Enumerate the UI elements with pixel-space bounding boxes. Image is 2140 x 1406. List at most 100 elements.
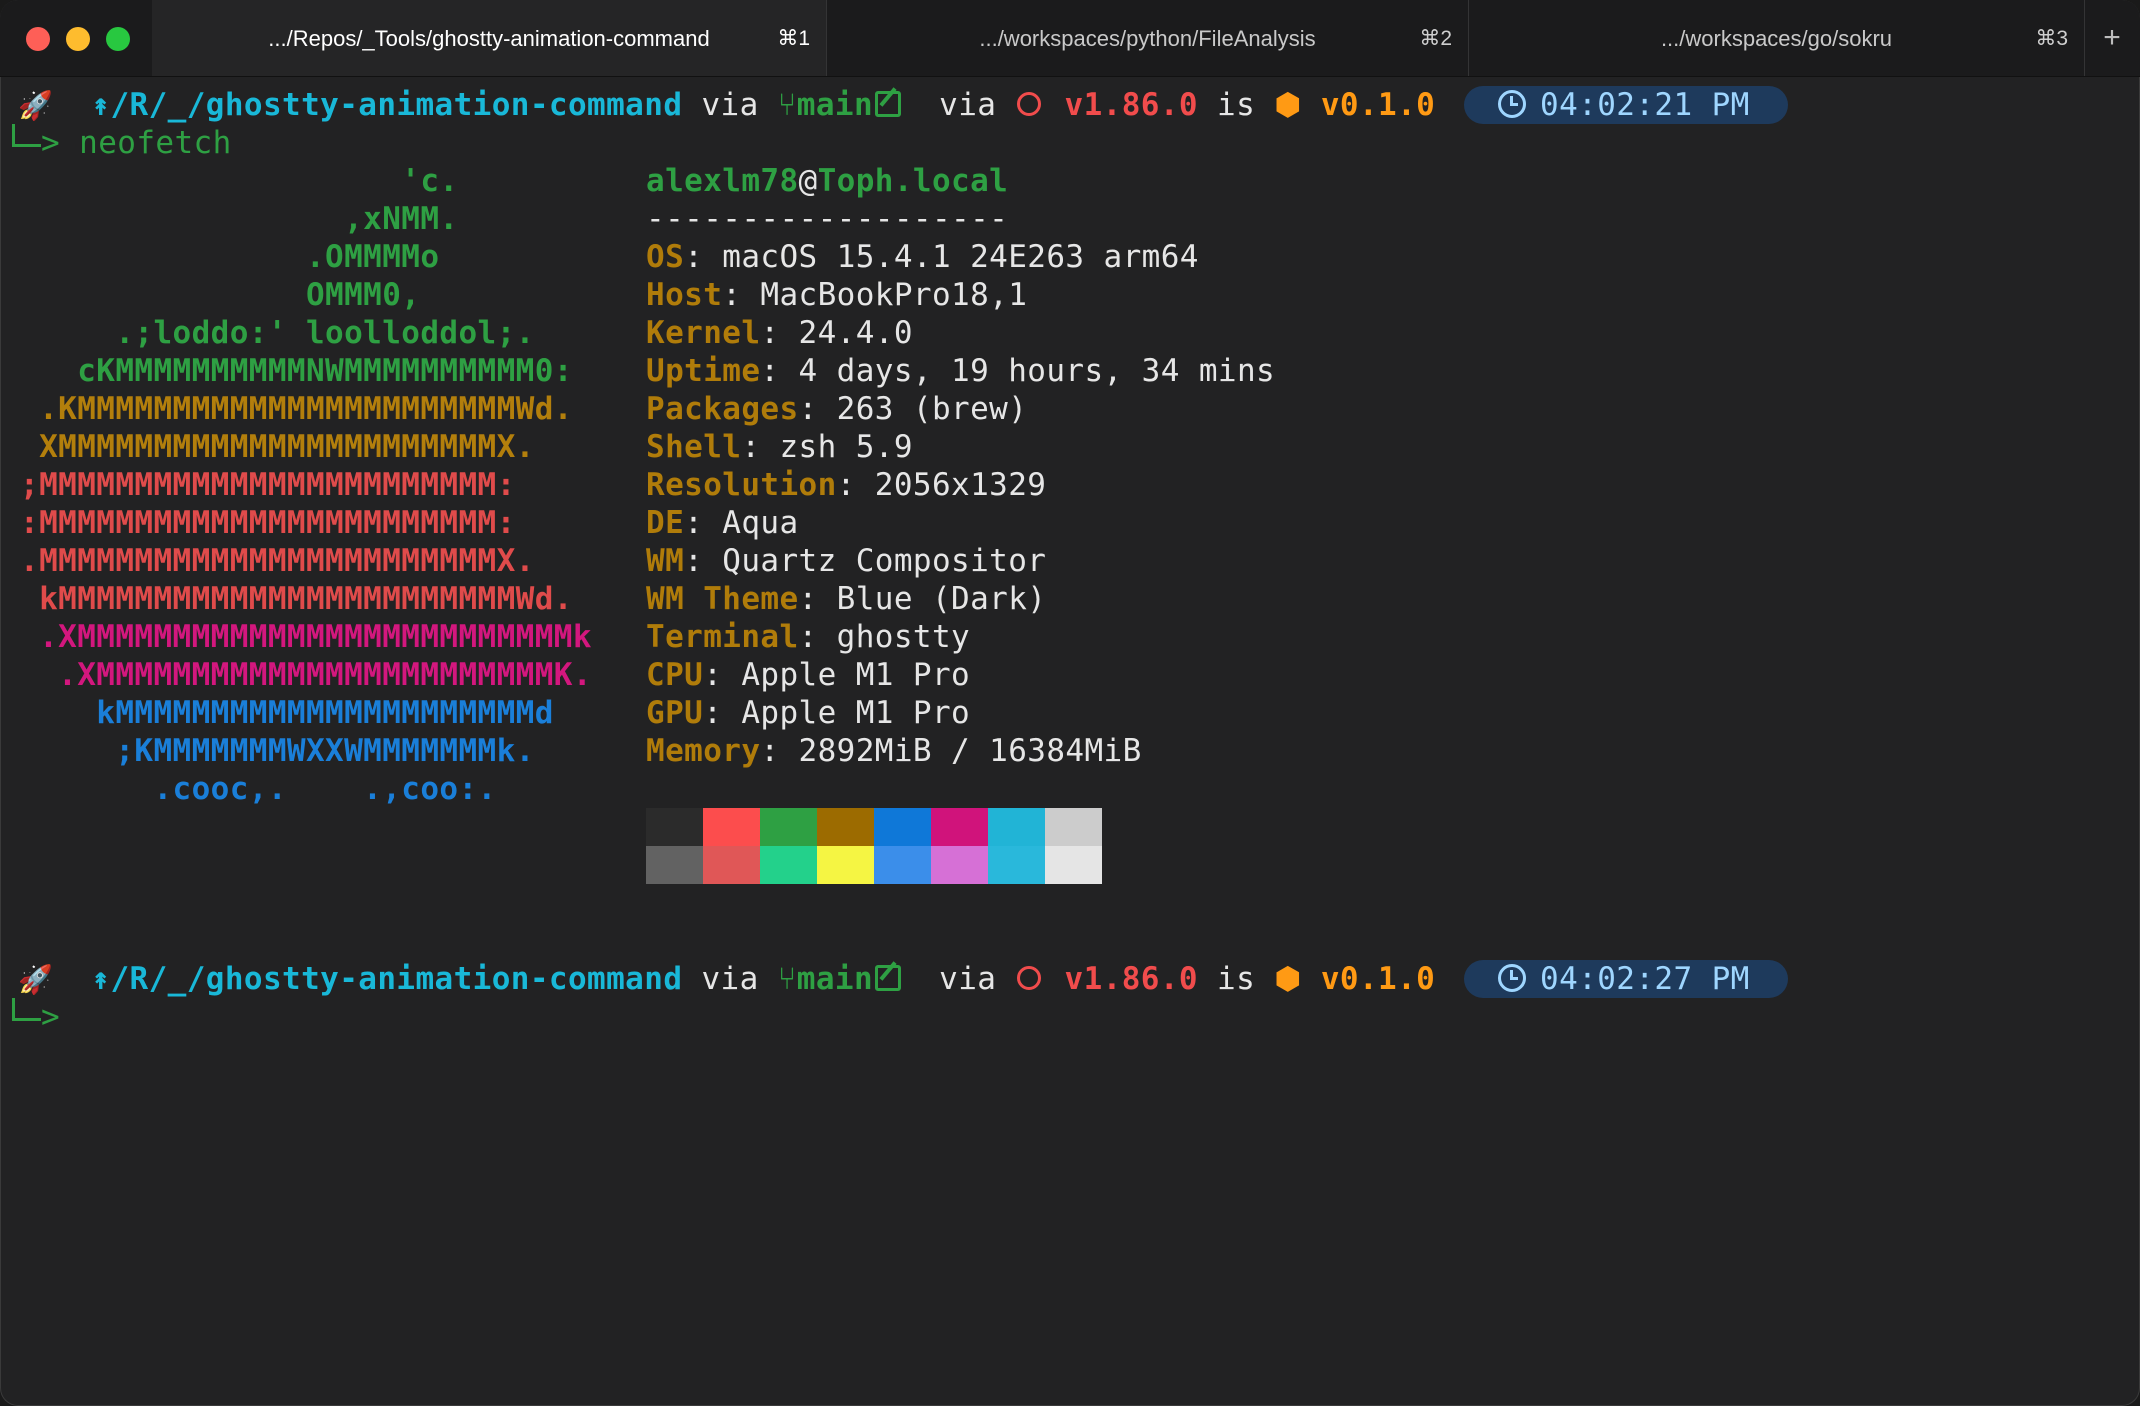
tab-sokru[interactable]: .../workspaces/go/sokru ⌘3 bbox=[1469, 0, 2084, 76]
logo-line: kMMMMMMMMMMMMMMMMMMMMMMMMWd. bbox=[20, 581, 573, 617]
info-row: Memory: 2892MiB / 16384MiB bbox=[646, 732, 1142, 770]
user-host: alexlm78@Toph.local bbox=[646, 162, 1008, 200]
info-colon: : bbox=[760, 733, 799, 769]
color-swatch bbox=[646, 846, 703, 884]
color-swatch bbox=[988, 846, 1045, 884]
terminal-content[interactable]: 🚀 ↟/R/_/ghostty-animation-command via ⑂ m… bbox=[0, 76, 2140, 1406]
tab-shortcut: ⌘3 bbox=[2035, 27, 2068, 50]
git-branch-icon: ⑂ bbox=[777, 87, 797, 123]
logo-line: XMMMMMMMMMMMMMMMMMMMMMMMX. bbox=[20, 429, 535, 465]
time-badge: 04:02:27 PM bbox=[1464, 960, 1788, 998]
info-colon: : bbox=[836, 467, 875, 503]
info-key: Terminal bbox=[646, 619, 799, 655]
color-swatch bbox=[703, 808, 760, 846]
info-value: 2056x1329 bbox=[874, 467, 1047, 503]
info-colon: : bbox=[798, 391, 837, 427]
package-icon: ⬢ bbox=[1274, 87, 1302, 123]
color-swatch bbox=[1045, 846, 1102, 884]
at-sign: @ bbox=[798, 163, 818, 199]
tab-shortcut: ⌘2 bbox=[1419, 27, 1452, 50]
git-branch-icon: ⑂ bbox=[777, 961, 797, 997]
info-key: Memory bbox=[646, 733, 761, 769]
info-colon: : bbox=[684, 505, 723, 541]
info-row: OS: macOS 15.4.1 24E263 arm64 bbox=[646, 238, 1199, 276]
logo-line: .XMMMMMMMMMMMMMMMMMMMMMMMMK. bbox=[20, 657, 592, 693]
prompt-arrow: > bbox=[41, 999, 61, 1035]
rust-icon bbox=[1017, 92, 1042, 116]
logo-line: OMMM0, bbox=[20, 277, 421, 313]
info-value: Blue (Dark) bbox=[836, 581, 1047, 617]
tab-title: .../workspaces/go/sokru bbox=[1660, 26, 1893, 51]
minimize-window-button[interactable] bbox=[66, 27, 90, 51]
git-modified-icon bbox=[875, 91, 902, 117]
package-version: v0.1.0 bbox=[1320, 87, 1436, 123]
close-window-button[interactable] bbox=[26, 27, 50, 51]
logo-line: :MMMMMMMMMMMMMMMMMMMMMMMM: bbox=[20, 505, 516, 541]
palette-row-normal bbox=[646, 808, 1102, 846]
color-swatch bbox=[1045, 808, 1102, 846]
logo-line: ;MMMMMMMMMMMMMMMMMMMMMMMM: bbox=[20, 467, 516, 503]
title-bar: .../Repos/_Tools/ghostty-animation-comma… bbox=[0, 0, 2140, 77]
command-line[interactable]: > bbox=[0, 998, 60, 1036]
color-swatch bbox=[646, 808, 703, 846]
info-value: 263 (brew) bbox=[836, 391, 1028, 427]
package-icon: ⬢ bbox=[1274, 961, 1302, 997]
info-colon: : bbox=[798, 581, 837, 617]
zoom-window-button[interactable] bbox=[106, 27, 130, 51]
info-key: Packages bbox=[646, 391, 799, 427]
color-swatch bbox=[988, 808, 1045, 846]
logo-line: .cooc,. .,coo:. bbox=[20, 771, 497, 807]
info-value: Apple M1 Pro bbox=[741, 657, 971, 693]
prompt-time: 04:02:21 PM bbox=[1540, 87, 1750, 123]
info-colon: : bbox=[684, 543, 723, 579]
prompt-is: is bbox=[1217, 961, 1256, 997]
command-line: > neofetch bbox=[0, 124, 232, 162]
command-text: neofetch bbox=[79, 125, 232, 161]
tab-file-analysis[interactable]: .../workspaces/python/FileAnalysis ⌘2 bbox=[827, 0, 1468, 76]
prompt-via: via bbox=[939, 961, 997, 997]
info-row: Packages: 263 (brew) bbox=[646, 390, 1027, 428]
tab-shortcut: ⌘1 bbox=[777, 27, 810, 50]
info-key: DE bbox=[646, 505, 685, 541]
info-row: Uptime: 4 days, 19 hours, 34 mins bbox=[646, 352, 1275, 390]
info-value: 2892MiB / 16384MiB bbox=[798, 733, 1142, 769]
info-key: Shell bbox=[646, 429, 742, 465]
prompt-via: via bbox=[701, 961, 759, 997]
rust-version: v1.86.0 bbox=[1064, 87, 1198, 123]
color-swatch bbox=[874, 846, 931, 884]
info-key: Uptime bbox=[646, 353, 761, 389]
info-key: WM bbox=[646, 543, 685, 579]
separator: ------------------- bbox=[646, 201, 1009, 237]
rocket-icon: 🚀 bbox=[18, 89, 54, 122]
tab-ghostty-animation-command[interactable]: .../Repos/_Tools/ghostty-animation-comma… bbox=[152, 0, 826, 76]
info-row: Resolution: 2056x1329 bbox=[646, 466, 1046, 504]
rocket-icon: 🚀 bbox=[18, 963, 54, 996]
info-row: Terminal: ghostty bbox=[646, 618, 970, 656]
info-value: macOS 15.4.1 24E263 arm64 bbox=[722, 239, 1199, 275]
info-row: WM: Quartz Compositor bbox=[646, 542, 1046, 580]
prompt-corner-icon bbox=[12, 124, 41, 147]
color-swatch bbox=[703, 846, 760, 884]
info-key: CPU bbox=[646, 657, 704, 693]
logo-line: ;KMMMMMMMWXXWMMMMMMMk. bbox=[20, 733, 535, 769]
info-value: Quartz Compositor bbox=[722, 543, 1047, 579]
prompt-arrow: > bbox=[41, 125, 61, 161]
prompt-path: ↟/R/_/ghostty-animation-command bbox=[91, 961, 683, 997]
color-swatch bbox=[760, 846, 817, 884]
prompt-via: via bbox=[939, 87, 997, 123]
prompt-via: via bbox=[701, 87, 759, 123]
prompt-line: 🚀 ↟/R/_/ghostty-animation-command via ⑂m… bbox=[18, 960, 1435, 998]
info-value: Apple M1 Pro bbox=[741, 695, 971, 731]
info-row: Host: MacBookPro18,1 bbox=[646, 276, 1027, 314]
new-tab-button[interactable]: + bbox=[2084, 0, 2140, 76]
info-key: Resolution bbox=[646, 467, 837, 503]
info-row: CPU: Apple M1 Pro bbox=[646, 656, 970, 694]
rust-version: v1.86.0 bbox=[1064, 961, 1198, 997]
info-row: WM Theme: Blue (Dark) bbox=[646, 580, 1046, 618]
info-key: WM Theme bbox=[646, 581, 799, 617]
info-colon: : bbox=[703, 695, 742, 731]
clock-icon bbox=[1498, 90, 1526, 118]
logo-line: 'c. bbox=[20, 163, 459, 199]
info-key: GPU bbox=[646, 695, 704, 731]
palette-row-bright bbox=[646, 846, 1102, 884]
